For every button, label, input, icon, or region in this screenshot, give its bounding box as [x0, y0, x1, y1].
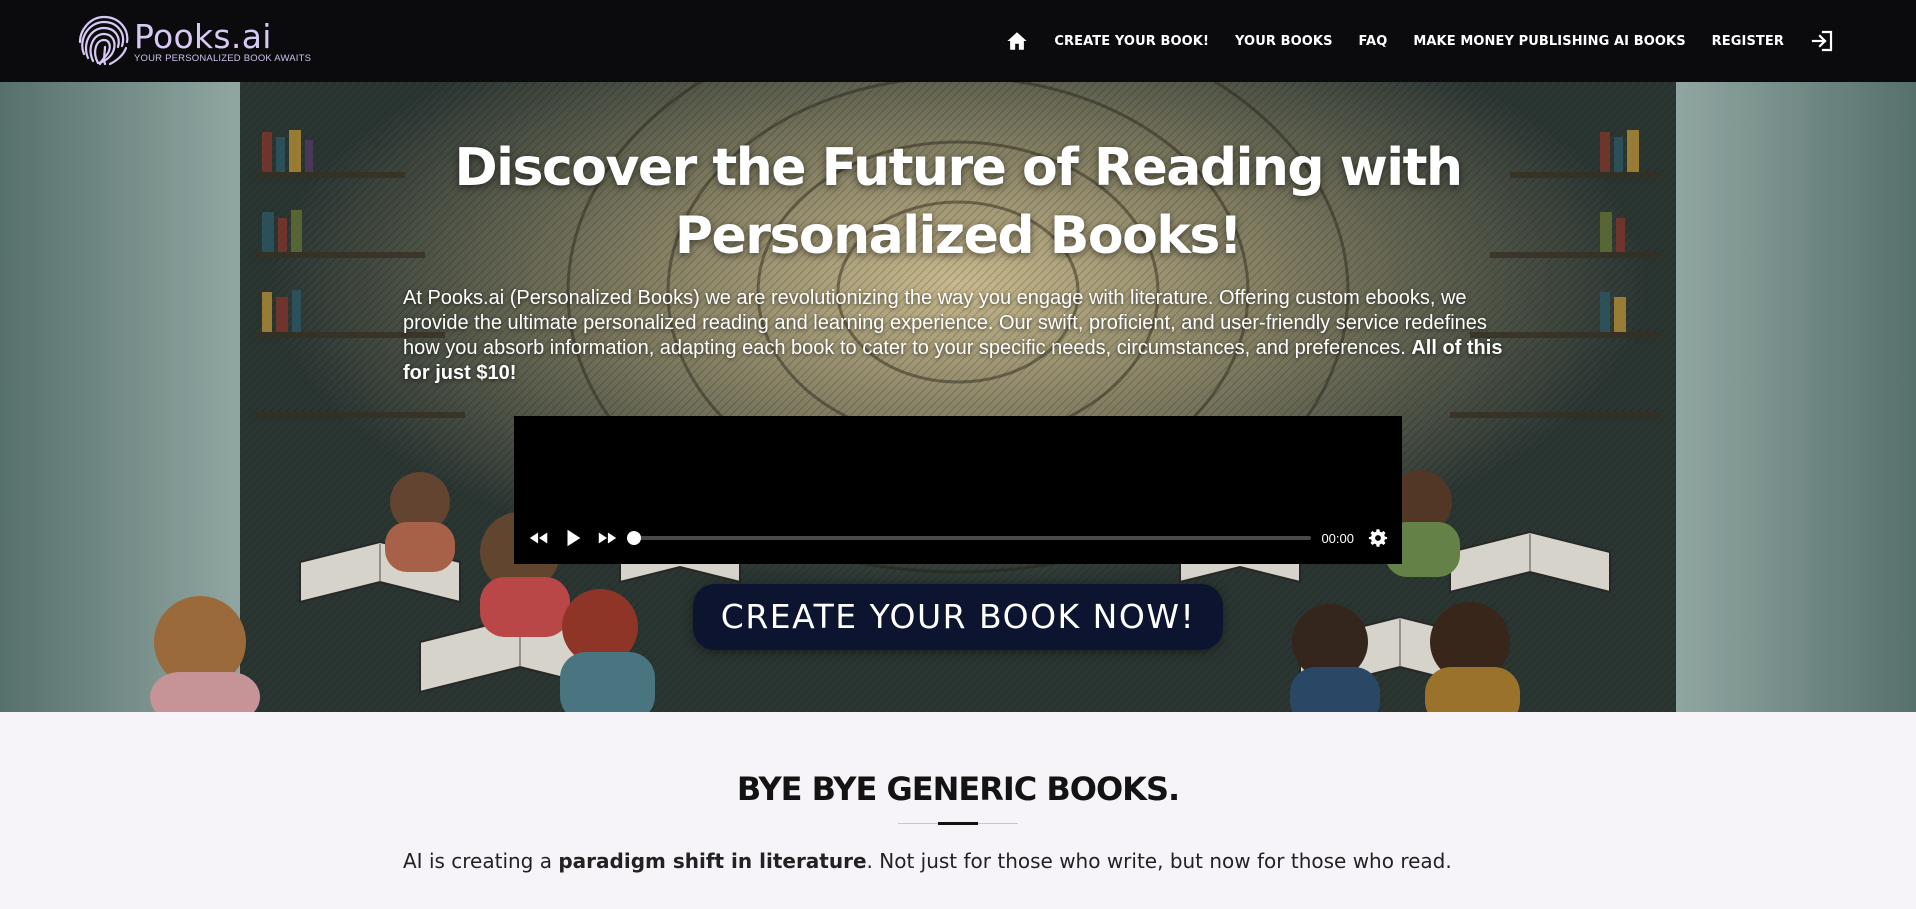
- rewind-icon[interactable]: [528, 527, 550, 549]
- home-icon[interactable]: [1006, 30, 1028, 52]
- hero-title-line-1: Discover the Future of Reading with: [454, 138, 1463, 198]
- logo[interactable]: Pooks.ai YOUR PERSONALIZED BOOK AWAITS: [74, 14, 311, 70]
- main-nav: CREATE YOUR BOOK! YOUR BOOKS FAQ MAKE MO…: [1006, 0, 1834, 82]
- section-title: BYE BYE GENERIC BOOKS.: [736, 770, 1180, 808]
- time-display: 00:00: [1321, 530, 1354, 546]
- progress-handle[interactable]: [627, 531, 641, 545]
- brand-name: Pooks.ai: [134, 17, 272, 56]
- section-text-after: . Not just for those who write, but now …: [866, 849, 1452, 873]
- hero-description: At Pooks.ai (Personalized Books) we are …: [403, 286, 1513, 386]
- top-navigation-bar: Pooks.ai YOUR PERSONALIZED BOOK AWAITS C…: [0, 0, 1916, 82]
- sign-in-icon[interactable]: [1810, 29, 1834, 53]
- hero-title-line-2: Personalized Books!: [674, 206, 1243, 266]
- progress-bar[interactable]: [627, 531, 1312, 545]
- create-your-book-now-button[interactable]: CREATE YOUR BOOK NOW!: [693, 584, 1223, 650]
- hero-title: Discover the Future of Reading with Pers…: [0, 134, 1916, 270]
- nav-register[interactable]: REGISTER: [1712, 34, 1784, 49]
- nav-create-your-book[interactable]: CREATE YOUR BOOK!: [1054, 34, 1209, 49]
- section-text-bold: paradigm shift in literature: [558, 849, 867, 873]
- brand-tagline: YOUR PERSONALIZED BOOK AWAITS: [134, 53, 312, 64]
- player-controls: 00:00: [528, 526, 1388, 550]
- settings-icon[interactable]: [1368, 528, 1388, 548]
- fast-forward-icon[interactable]: [596, 527, 618, 549]
- nav-faq[interactable]: FAQ: [1359, 34, 1388, 49]
- fingerprint-logo-icon: [78, 15, 129, 66]
- section-text-before: AI is creating a: [403, 849, 559, 873]
- video-player[interactable]: 00:00: [514, 416, 1402, 564]
- nav-make-money-publishing[interactable]: MAKE MONEY PUBLISHING AI BOOKS: [1413, 34, 1685, 49]
- hero-section: Discover the Future of Reading with Pers…: [0, 82, 1916, 712]
- hero-description-text: At Pooks.ai (Personalized Books) we are …: [403, 287, 1487, 359]
- section-intro-text: AI is creating a paradigm shift in liter…: [403, 846, 1513, 876]
- play-icon[interactable]: [562, 527, 584, 549]
- divider-accent: [938, 822, 978, 825]
- nav-your-books[interactable]: YOUR BOOKS: [1235, 34, 1333, 49]
